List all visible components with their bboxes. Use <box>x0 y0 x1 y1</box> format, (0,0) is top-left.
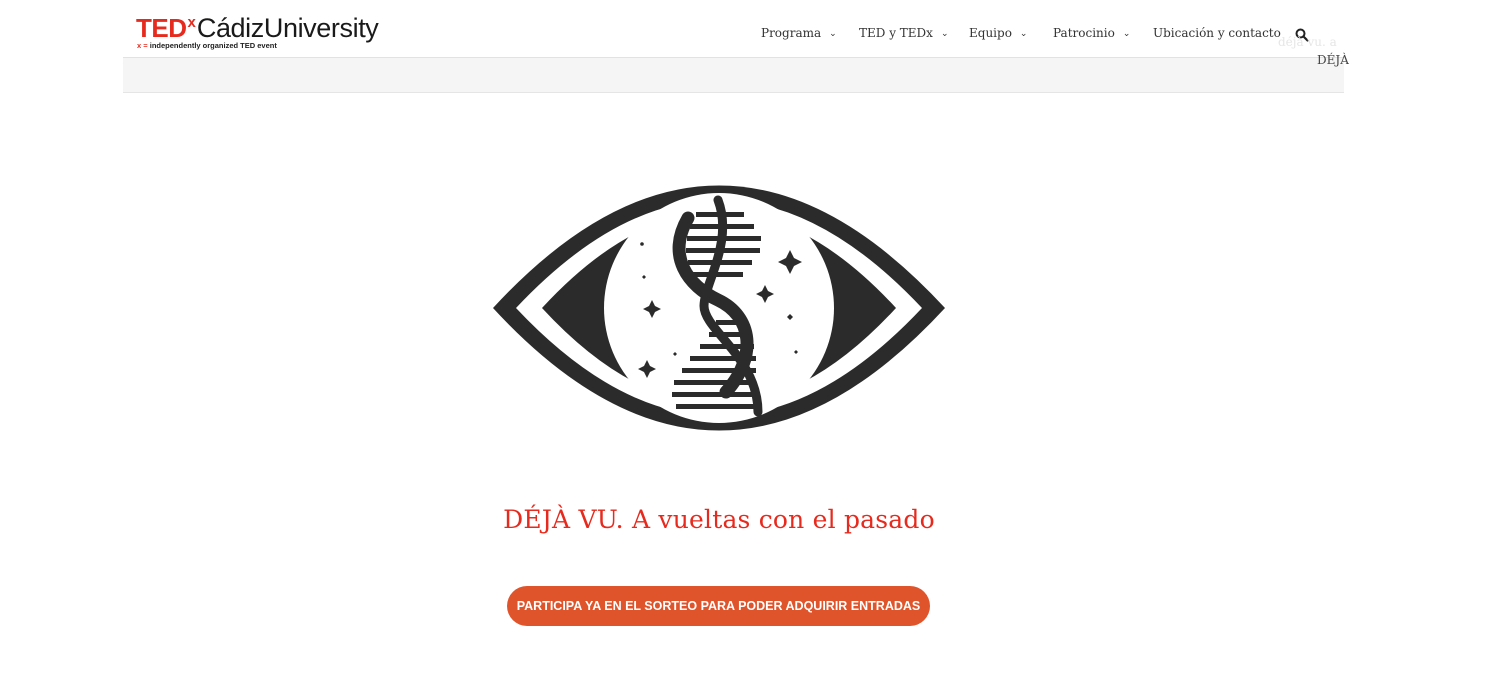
nav-label: Equipo <box>969 26 1012 40</box>
logo-tagline: x = independently organized TED event <box>137 41 277 50</box>
nav-item-programa[interactable]: Programa ⌄ <box>761 26 837 40</box>
logo-ted: TED <box>136 13 187 43</box>
raffle-cta-button[interactable]: PARTICIPA YA EN EL SORTEO PARA PODER ADQ… <box>507 586 930 626</box>
chevron-down-icon: ⌄ <box>1019 29 1028 39</box>
nav-item-ted-y-tedx[interactable]: TED y TEDx ⌄ <box>859 26 949 40</box>
chevron-down-icon: ⌄ <box>1122 29 1131 39</box>
nav-label: Programa <box>761 26 822 40</box>
nav-label: Ubicación y contacto <box>1153 26 1281 40</box>
nav-label: TED y TEDx <box>859 26 933 40</box>
logo-x: x <box>187 14 196 31</box>
nav-label: Patrocinio <box>1053 26 1115 40</box>
logo-tag-text: independently organized TED event <box>149 41 277 50</box>
nav-item-equipo[interactable]: Equipo ⌄ <box>969 26 1027 40</box>
page-title: DÉJÀ VU. A vueltas con el pasado <box>503 505 935 534</box>
logo-tag-prefix: x = <box>137 41 148 50</box>
logo-wordmark: TEDxCádizUniversity <box>136 13 379 44</box>
logo-name: CádizUniversity <box>196 13 379 43</box>
hero-image <box>490 160 948 458</box>
chevron-down-icon: ⌄ <box>940 29 949 39</box>
breadcrumb[interactable]: DÉJÀ <box>1317 53 1349 67</box>
page-title-bar <box>123 58 1344 93</box>
chevron-down-icon: ⌄ <box>829 29 837 39</box>
breadcrumb-ghost: déjà vu. a <box>1278 35 1337 49</box>
nav-item-ubicacion[interactable]: Ubicación y contacto <box>1153 26 1281 40</box>
site-header: TEDxCádizUniversity x = independently or… <box>123 9 1344 58</box>
nav-item-patrocinio[interactable]: Patrocinio ⌄ <box>1053 26 1130 40</box>
eye-dna-logo <box>493 185 945 431</box>
